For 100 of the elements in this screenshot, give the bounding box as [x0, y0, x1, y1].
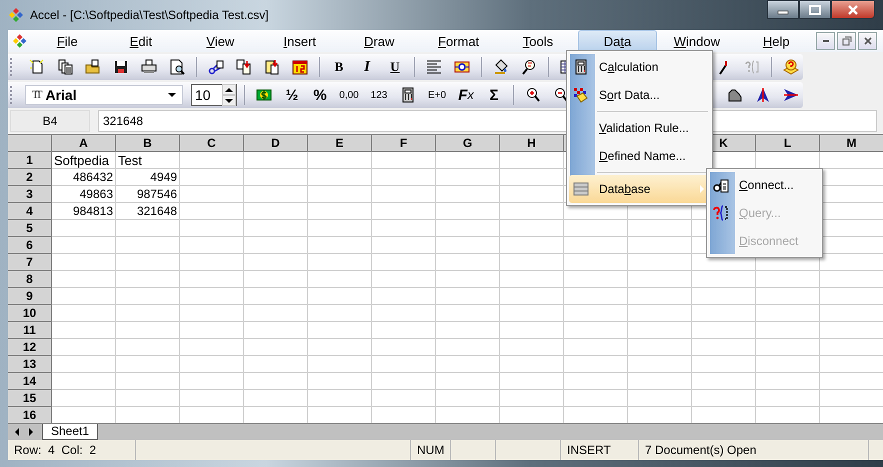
database-icon	[573, 181, 589, 197]
status-text: 7 Document(s) Open	[639, 440, 869, 460]
minimize-icon	[822, 40, 828, 42]
paint-bucket-icon	[493, 59, 509, 75]
bold-button[interactable]: B	[327, 56, 351, 78]
column-header[interactable]: G	[436, 135, 500, 152]
menu-item[interactable]: Tools	[498, 30, 578, 52]
menu-item[interactable]: Calculation	[569, 53, 710, 81]
row-header[interactable]: 7	[8, 254, 52, 271]
close-document-button[interactable]	[858, 32, 877, 50]
column-header[interactable]: M	[820, 135, 883, 152]
scroll-left-icon[interactable]	[14, 428, 20, 436]
down-arrow-icon	[225, 98, 233, 102]
column-header[interactable]: B	[116, 135, 180, 152]
scroll-right-icon[interactable]	[28, 428, 34, 436]
window-title: Accel - [C:\Softpedia\Test\Softpedia Test.csv]	[30, 8, 269, 22]
caret-icon[interactable]	[168, 93, 176, 97]
menu-item[interactable]: Insert	[260, 30, 340, 52]
pages-icon	[57, 59, 73, 75]
minimize-document-button[interactable]	[816, 32, 835, 50]
menu-item[interactable]: Edit	[101, 30, 181, 52]
menu-item[interactable]: Help	[736, 30, 816, 52]
column-header[interactable]: H	[500, 135, 564, 152]
help-book-icon	[783, 59, 799, 75]
cell-name-box[interactable]: B4	[10, 110, 90, 132]
sheet-tab[interactable]: Sheet1	[42, 424, 98, 440]
toolbar-grip[interactable]	[10, 58, 15, 76]
column-header[interactable]: F	[372, 135, 436, 152]
italic-button[interactable]: I	[355, 56, 379, 78]
format-button[interactable]: Σ	[482, 84, 506, 106]
select-all-corner[interactable]	[8, 135, 52, 152]
cell-value: Softpedia	[53, 152, 110, 168]
column-header[interactable]: C	[180, 135, 244, 152]
up-arrow-icon	[225, 88, 233, 92]
sort-icon	[573, 87, 589, 103]
document-logo-icon[interactable]	[12, 33, 28, 49]
cell-value: 486432	[72, 169, 114, 185]
menu-item[interactable]: View	[180, 30, 260, 52]
new-document-icon	[29, 59, 45, 75]
close-icon	[862, 36, 872, 46]
menu-item[interactable]: Sort Data...	[569, 81, 710, 109]
maximize-button[interactable]	[799, 0, 831, 19]
menu-item[interactable]: Window	[657, 30, 737, 52]
row-header[interactable]: 8	[8, 271, 52, 288]
row-header[interactable]: 1	[8, 152, 52, 169]
row-header[interactable]: 5	[8, 220, 52, 237]
menu-item[interactable]: Draw	[339, 30, 419, 52]
column-header[interactable]: A	[52, 135, 116, 152]
restore-document-button[interactable]	[837, 32, 856, 50]
row-header[interactable]: 13	[8, 356, 52, 373]
menu-item[interactable]: File	[33, 30, 102, 52]
calculator-icon	[573, 59, 589, 75]
format-button[interactable]: ½	[280, 84, 304, 106]
menu-item[interactable]: Format	[418, 30, 498, 52]
column-header[interactable]: E	[308, 135, 372, 152]
row-header[interactable]: 15	[8, 390, 52, 407]
arrow-up-icon	[755, 87, 771, 103]
save-icon	[113, 59, 129, 75]
row-header[interactable]: 9	[8, 288, 52, 305]
scissors-icon	[208, 59, 224, 75]
cell-value: 4949	[149, 169, 178, 185]
row-header[interactable]: 12	[8, 339, 52, 356]
calculator-icon	[400, 87, 416, 103]
menu-item[interactable]: Connect...	[709, 171, 820, 199]
dollar-bill-icon	[256, 87, 272, 103]
row-header[interactable]: 4	[8, 203, 52, 220]
status-text: Row: 4 Col: 2	[8, 440, 136, 460]
row-header[interactable]: 10	[8, 305, 52, 322]
font-dropdown[interactable]: TT Arial	[25, 85, 183, 105]
format-button[interactable]: %	[308, 84, 332, 106]
print-preview-icon	[169, 59, 185, 75]
row-header[interactable]: 16	[8, 407, 52, 423]
restore-icon	[842, 36, 852, 46]
toolbar-grip[interactable]	[10, 86, 15, 104]
font-name: Arial	[45, 87, 77, 103]
cell-value: 984813	[72, 203, 114, 219]
open-folder-icon	[85, 59, 101, 75]
minimize-button[interactable]	[767, 0, 799, 19]
column-header[interactable]: L	[756, 135, 820, 152]
format-button[interactable]: 0,00	[336, 84, 362, 106]
row-header[interactable]: 3	[8, 186, 52, 203]
spin-down-button[interactable]	[222, 95, 236, 106]
underline-button[interactable]: U	[383, 56, 407, 78]
format-button[interactable]: E+0	[424, 84, 450, 106]
calendar-icon	[292, 59, 308, 75]
font-size-field[interactable]: 10	[191, 84, 237, 106]
find-icon	[521, 59, 537, 75]
row-header[interactable]: 14	[8, 373, 52, 390]
spin-up-button[interactable]	[222, 84, 236, 95]
paste-icon	[264, 59, 280, 75]
row-header[interactable]: 11	[8, 322, 52, 339]
query-icon	[744, 59, 760, 75]
column-header[interactable]: D	[244, 135, 308, 152]
arrow-right-icon	[783, 87, 799, 103]
close-button[interactable]	[831, 0, 875, 19]
row-header[interactable]: 2	[8, 169, 52, 186]
close-icon	[847, 4, 859, 14]
status-text: NUM	[411, 440, 451, 460]
format-button[interactable]: 123	[366, 84, 392, 106]
row-header[interactable]: 6	[8, 237, 52, 254]
